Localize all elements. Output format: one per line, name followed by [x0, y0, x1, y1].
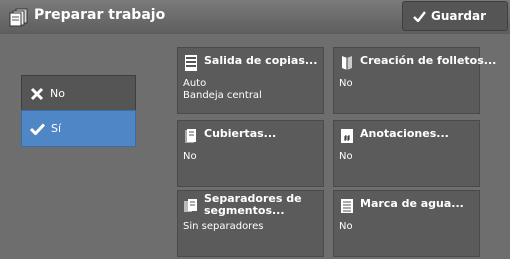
- tile-value: Sin separadores: [183, 221, 264, 232]
- tile-cubiertas[interactable]: Cubiertas... No: [177, 120, 324, 187]
- tile-salida-de-copias[interactable]: Salida de copias... Auto Bandeja central: [177, 47, 324, 114]
- tile-label: Marca de agua...: [360, 197, 464, 210]
- output-tray-icon: [185, 55, 197, 71]
- title-bar: Preparar trabajo Guardar: [0, 0, 510, 35]
- check-icon: [413, 10, 426, 22]
- covers-icon: [185, 129, 196, 143]
- tile-value: No: [339, 151, 353, 162]
- tile-value: Auto: [183, 78, 207, 89]
- tile-anotaciones[interactable]: Anotaciones... No: [333, 120, 480, 187]
- save-button[interactable]: Guardar: [402, 1, 508, 31]
- watermark-icon: [341, 199, 353, 213]
- check-icon: [30, 122, 45, 135]
- tile-value: No: [339, 221, 353, 232]
- close-icon: [30, 87, 44, 100]
- tile-label: Salida de copias...: [204, 54, 318, 67]
- tile-value: No: [339, 78, 353, 89]
- tile-label: Anotaciones...: [360, 127, 449, 140]
- tile-label: segmentos...: [204, 204, 285, 217]
- tile-separadores-de-segmentos[interactable]: Separadores de segmentos... Sin separado…: [177, 190, 324, 257]
- page-title: Preparar trabajo: [34, 7, 166, 23]
- tile-creacion-de-folletos[interactable]: Creación de folletos... No: [333, 47, 496, 114]
- option-si-label: Sí: [51, 122, 62, 135]
- booklet-icon: [342, 56, 352, 70]
- option-no-label: No: [50, 87, 65, 100]
- tile-marca-de-agua[interactable]: Marca de agua... No: [333, 190, 480, 257]
- segment-separator-icon: [184, 199, 197, 212]
- tile-label: Creación de folletos...: [360, 54, 497, 67]
- save-button-label: Guardar: [431, 9, 487, 23]
- tile-value: Bandeja central: [183, 90, 262, 101]
- option-no-button[interactable]: No: [21, 75, 136, 112]
- option-si-button[interactable]: Sí: [21, 110, 136, 147]
- documents-icon: [9, 8, 28, 27]
- tile-value: No: [183, 151, 197, 162]
- tile-label: Cubiertas...: [204, 127, 277, 140]
- annotation-icon: [341, 129, 353, 143]
